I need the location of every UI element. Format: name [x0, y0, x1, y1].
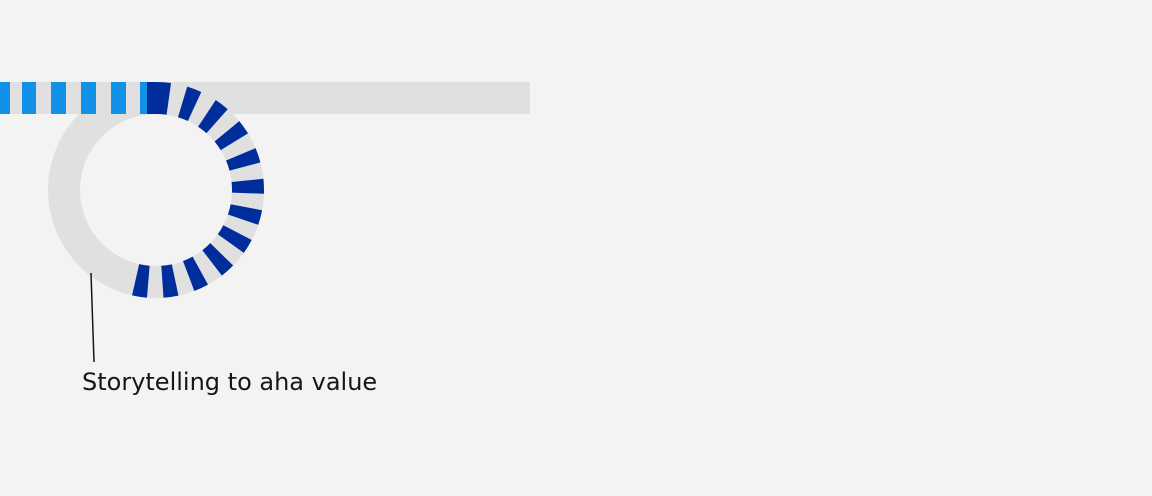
- loop-diagram-graphic: [0, 82, 530, 363]
- light-dash: [81, 82, 96, 114]
- loop-diagram: Storytelling to aha value: [0, 0, 1152, 496]
- dark-dash: [147, 82, 156, 114]
- leader-line: [90, 272, 95, 363]
- loop-label: Storytelling to aha value: [82, 368, 378, 396]
- light-dash: [51, 82, 66, 114]
- light-dash: [22, 82, 36, 114]
- horizontal-track: [0, 82, 530, 114]
- light-dash: [111, 82, 126, 114]
- light-dash: [0, 82, 10, 114]
